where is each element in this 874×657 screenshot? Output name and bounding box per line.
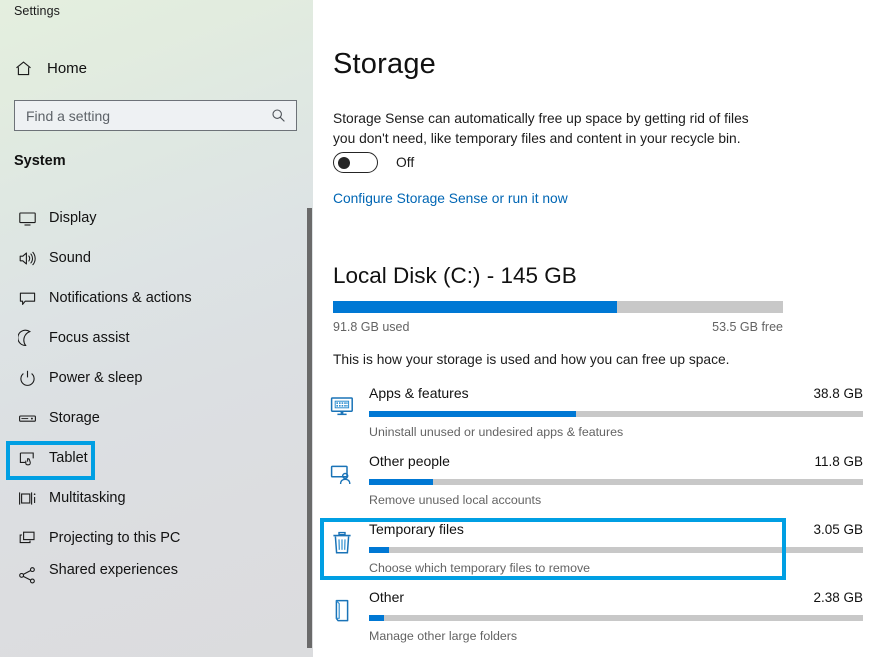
storage-category-bar-fill bbox=[369, 615, 384, 621]
sidebar-item-label: Notifications & actions bbox=[49, 290, 192, 306]
document-icon bbox=[325, 591, 359, 631]
sidebar-item-label: Tablet bbox=[49, 450, 88, 466]
storage-category-bar bbox=[369, 411, 863, 417]
storage-category-head: Apps & features 38.8 GB bbox=[369, 385, 863, 401]
storage-category-row[interactable]: Other people 11.8 GB Remove unused local… bbox=[313, 449, 874, 517]
drive-icon bbox=[14, 405, 40, 431]
sidebar-item-projecting[interactable]: Projecting to this PC bbox=[0, 518, 305, 558]
search-input[interactable]: Find a setting bbox=[14, 100, 297, 131]
power-icon bbox=[14, 365, 40, 391]
sidebar-item-tablet[interactable]: Tablet bbox=[0, 438, 305, 478]
disk-usage-bar bbox=[333, 301, 783, 313]
storage-category-name: Other bbox=[369, 589, 405, 605]
sidebar: Settings Home Find a setting System Disp… bbox=[0, 0, 313, 657]
storage-category-subtitle: Uninstall unused or undesired apps & fea… bbox=[369, 425, 624, 439]
sidebar-item-label: Multitasking bbox=[49, 490, 126, 506]
storage-category-list: Apps & features 38.8 GB Uninstall unused… bbox=[313, 381, 874, 653]
apps-monitor-icon bbox=[325, 387, 359, 427]
sidebar-item-label: Power & sleep bbox=[49, 370, 143, 386]
storage-category-body: Other people 11.8 GB Remove unused local… bbox=[359, 449, 874, 507]
storage-category-bar-fill bbox=[369, 411, 577, 417]
sidebar-item-display[interactable]: Display bbox=[0, 198, 305, 238]
storage-category-bar bbox=[369, 615, 863, 621]
sidebar-section-heading: System bbox=[14, 153, 66, 169]
storage-category-bar-fill bbox=[369, 479, 434, 485]
speaker-icon bbox=[14, 245, 40, 271]
storage-category-body: Temporary files 3.05 GB Choose which tem… bbox=[359, 517, 874, 575]
storage-category-row[interactable]: Apps & features 38.8 GB Uninstall unused… bbox=[313, 381, 874, 449]
storage-category-bar bbox=[369, 479, 863, 485]
storage-category-size: 11.8 GB bbox=[814, 454, 863, 469]
projecting-icon bbox=[14, 525, 40, 551]
sidebar-item-label: Storage bbox=[49, 410, 100, 426]
trash-icon bbox=[325, 523, 359, 563]
storage-category-subtitle: Remove unused local accounts bbox=[369, 493, 542, 507]
moon-icon bbox=[14, 325, 40, 351]
storage-category-size: 38.8 GB bbox=[813, 386, 863, 401]
search-input-placeholder: Find a setting bbox=[26, 107, 111, 124]
user-monitor-icon bbox=[325, 455, 359, 495]
sidebar-item-focus-assist[interactable]: Focus assist bbox=[0, 318, 305, 358]
sidebar-item-label: Display bbox=[49, 210, 97, 226]
disk-free-label: 53.5 GB free bbox=[712, 320, 783, 334]
storage-category-bar bbox=[369, 547, 863, 553]
sidebar-scrollbar[interactable] bbox=[306, 0, 313, 657]
sidebar-item-notifications[interactable]: Notifications & actions bbox=[0, 278, 305, 318]
storage-category-body: Apps & features 38.8 GB Uninstall unused… bbox=[359, 381, 874, 439]
sidebar-scrollbar-thumb[interactable] bbox=[307, 208, 312, 648]
storage-category-name: Apps & features bbox=[369, 385, 469, 401]
monitor-icon bbox=[14, 205, 40, 231]
storage-category-row[interactable]: Other 2.38 GB Manage other large folders bbox=[313, 585, 874, 653]
sidebar-item-multitasking[interactable]: Multitasking bbox=[0, 478, 305, 518]
storage-category-row[interactable]: Temporary files 3.05 GB Choose which tem… bbox=[313, 517, 874, 585]
storage-sense-toggle-state: Off bbox=[396, 155, 415, 170]
sidebar-item-label: Sound bbox=[49, 250, 91, 266]
sidebar-item-label: Home bbox=[47, 59, 88, 77]
sidebar-item-sound[interactable]: Sound bbox=[0, 238, 305, 278]
storage-category-bar-fill bbox=[369, 547, 389, 553]
settings-window: Settings Home Find a setting System Disp… bbox=[0, 0, 874, 657]
app-title: Settings bbox=[14, 4, 60, 18]
storage-sense-toggle-row: Off bbox=[333, 152, 414, 173]
sidebar-item-home[interactable]: Home bbox=[0, 52, 300, 84]
storage-category-size: 2.38 GB bbox=[813, 590, 863, 605]
sidebar-item-power-sleep[interactable]: Power & sleep bbox=[0, 358, 305, 398]
home-icon bbox=[14, 59, 40, 78]
storage-sense-toggle[interactable] bbox=[333, 152, 378, 173]
storage-category-name: Temporary files bbox=[369, 521, 464, 537]
storage-category-subtitle: Choose which temporary files to remove bbox=[369, 561, 591, 575]
storage-category-head: Other people 11.8 GB bbox=[369, 453, 863, 469]
storage-category-name: Other people bbox=[369, 453, 450, 469]
configure-storage-sense-link[interactable]: Configure Storage Sense or run it now bbox=[333, 191, 568, 206]
chat-bubble-icon bbox=[14, 285, 40, 311]
tablet-hand-icon bbox=[14, 445, 40, 471]
sidebar-item-label: Projecting to this PC bbox=[49, 530, 181, 546]
storage-category-body: Other 2.38 GB Manage other large folders bbox=[359, 585, 874, 643]
share-nodes-icon bbox=[14, 562, 40, 588]
storage-usage-note: This is how your storage is used and how… bbox=[333, 352, 730, 367]
storage-category-head: Temporary files 3.05 GB bbox=[369, 521, 863, 537]
sidebar-item-shared-experiences[interactable]: Shared experiences bbox=[0, 558, 305, 590]
page-title: Storage bbox=[333, 48, 436, 80]
sidebar-item-label: Focus assist bbox=[49, 330, 130, 346]
search-icon[interactable] bbox=[271, 108, 296, 123]
main-content: Storage Storage Sense can automatically … bbox=[313, 0, 874, 657]
storage-category-head: Other 2.38 GB bbox=[369, 589, 863, 605]
local-disk-title: Local Disk (C:) - 145 GB bbox=[333, 263, 577, 288]
toggle-knob bbox=[338, 156, 350, 169]
multitasking-icon bbox=[14, 485, 40, 511]
storage-category-size: 3.05 GB bbox=[813, 522, 863, 537]
disk-usage-bar-fill bbox=[333, 301, 617, 313]
sidebar-nav-list: Display Sound Notifications & actions Fo… bbox=[0, 198, 305, 590]
storage-sense-description: Storage Sense can automatically free up … bbox=[333, 111, 749, 146]
sidebar-item-storage[interactable]: Storage bbox=[0, 398, 305, 438]
storage-category-subtitle: Manage other large folders bbox=[369, 629, 518, 643]
sidebar-item-label: Shared experiences bbox=[49, 562, 178, 578]
